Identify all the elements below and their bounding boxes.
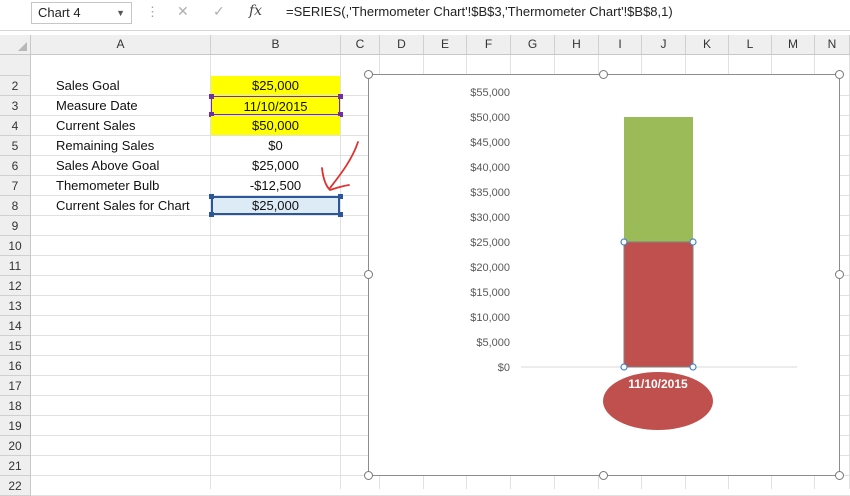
row-header-13[interactable]: 13 (0, 296, 31, 316)
chart-resize-handle[interactable] (364, 471, 373, 480)
column-header-h[interactable]: H (555, 35, 599, 55)
row-header-4[interactable]: 4 (0, 116, 31, 136)
y-tick-label: $30,000 (470, 212, 510, 224)
column-header-a[interactable]: A (31, 35, 211, 55)
more-options-icon: ⋮ (146, 4, 159, 19)
series-selection-handle (620, 363, 628, 371)
grid-line-vertical (340, 55, 341, 489)
cell-value[interactable]: $25,000 (211, 156, 340, 175)
bar-series-1 (624, 242, 693, 367)
name-box[interactable]: Chart 4 ▼ (31, 2, 132, 24)
row-header-5[interactable]: 5 (0, 136, 31, 156)
row-header-8[interactable]: 8 (0, 196, 31, 216)
y-tick-label: $55,000 (470, 87, 510, 99)
row-header-7[interactable]: 7 (0, 176, 31, 196)
name-box-value: Chart 4 (38, 5, 81, 20)
column-header-b[interactable]: B (211, 35, 341, 55)
cell-value[interactable]: $0 (211, 136, 340, 155)
row-header-1[interactable] (0, 55, 31, 76)
y-tick-label: $40,000 (470, 162, 510, 174)
chart-resize-handle[interactable] (364, 270, 373, 279)
cell-value[interactable]: $25,000 (211, 196, 340, 215)
row-header-12[interactable]: 12 (0, 276, 31, 296)
column-header-g[interactable]: G (511, 35, 555, 55)
column-header-e[interactable]: E (424, 35, 467, 55)
formula-bar: Chart 4 ▼ ⋮ ✕ ✓ fx =SERIES(,'Thermometer… (0, 0, 850, 31)
blue-range-handle[interactable] (338, 194, 343, 199)
series-selection-handle (620, 238, 628, 246)
select-all-corner[interactable] (0, 35, 31, 55)
cell-label[interactable]: Current Sales (56, 116, 135, 136)
chart-resize-handle[interactable] (835, 70, 844, 79)
blue-range-handle[interactable] (209, 212, 214, 217)
y-tick-label: $10,000 (470, 312, 510, 324)
y-tick-label: $35,000 (470, 187, 510, 199)
cell-value[interactable]: $50,000 (211, 116, 340, 135)
column-header-i[interactable]: I (599, 35, 642, 55)
row-header-15[interactable]: 15 (0, 336, 31, 356)
check-icon[interactable]: ✓ (213, 3, 225, 20)
row-header-6[interactable]: 6 (0, 156, 31, 176)
row-header-21[interactable]: 21 (0, 456, 31, 476)
blue-range-handle[interactable] (209, 194, 214, 199)
y-tick-label: $45,000 (470, 137, 510, 149)
cell-label[interactable]: Sales Above Goal (56, 156, 159, 176)
thermometer-chart[interactable]: $0 $5,000 $10,000 $15,000 $20,000 $25,000 $30,… (368, 74, 840, 476)
blue-range-handle[interactable] (338, 212, 343, 217)
chart-resize-handle[interactable] (364, 70, 373, 79)
row-header-2[interactable]: 2 (0, 76, 31, 96)
series-selection-handle (689, 363, 697, 371)
formula-input[interactable]: =SERIES(,'Thermometer Chart'!$B$3,'Therm… (286, 4, 673, 19)
y-tick-label: $5,000 (476, 337, 510, 349)
column-header-k[interactable]: K (686, 35, 729, 55)
column-header-c[interactable]: C (341, 35, 380, 55)
cell-label[interactable]: Measure Date (56, 96, 138, 116)
cell-value[interactable]: -$12,500 (211, 176, 340, 195)
y-tick-label: $20,000 (470, 262, 510, 274)
y-tick-label: $15,000 (470, 287, 510, 299)
column-header-j[interactable]: J (642, 35, 686, 55)
insert-function-icon[interactable]: fx (249, 3, 262, 19)
row-header-11[interactable]: 11 (0, 256, 31, 276)
row-header-19[interactable]: 19 (0, 416, 31, 436)
column-header-m[interactable]: M (772, 35, 815, 55)
chart-resize-handle[interactable] (835, 471, 844, 480)
row-header-10[interactable]: 10 (0, 236, 31, 256)
row-header-18[interactable]: 18 (0, 396, 31, 416)
category-label: 11/10/2015 (628, 377, 688, 391)
cell-label[interactable]: Remaining Sales (56, 136, 154, 156)
y-tick-label: $0 (498, 362, 510, 374)
chart-resize-handle[interactable] (599, 471, 608, 480)
purple-range-handle[interactable] (338, 94, 343, 99)
cell-value[interactable]: 11/10/2015 (211, 96, 340, 115)
chart-resize-handle[interactable] (835, 270, 844, 279)
select-all-icon (18, 42, 27, 51)
column-header-d[interactable]: D (380, 35, 424, 55)
row-header-9[interactable]: 9 (0, 216, 31, 236)
cell-label[interactable]: Current Sales for Chart (56, 196, 190, 216)
column-header-n[interactable]: N (815, 35, 850, 55)
row-header-20[interactable]: 20 (0, 436, 31, 456)
chart-resize-handle[interactable] (599, 70, 608, 79)
cell-value[interactable]: $25,000 (211, 76, 340, 95)
series-selection-handle (689, 238, 697, 246)
chart-plot-area: $0 $5,000 $10,000 $15,000 $20,000 $25,000 $30,… (470, 87, 797, 430)
column-header-f[interactable]: F (467, 35, 511, 55)
row-header-22[interactable]: 22 (0, 476, 31, 496)
column-header-l[interactable]: L (729, 35, 772, 55)
y-tick-label: $50,000 (470, 112, 510, 124)
row-header-3[interactable]: 3 (0, 96, 31, 116)
cell-label[interactable]: Sales Goal (56, 76, 120, 96)
y-tick-label: $25,000 (470, 237, 510, 249)
row-header-16[interactable]: 16 (0, 356, 31, 376)
cell-label[interactable]: Themometer Bulb (56, 176, 159, 196)
row-header-17[interactable]: 17 (0, 376, 31, 396)
bar-series-2 (624, 117, 693, 242)
row-header-14[interactable]: 14 (0, 316, 31, 336)
purple-range-handle[interactable] (209, 94, 214, 99)
chevron-down-icon[interactable]: ▼ (116, 3, 125, 23)
cancel-icon[interactable]: ✕ (177, 3, 189, 20)
